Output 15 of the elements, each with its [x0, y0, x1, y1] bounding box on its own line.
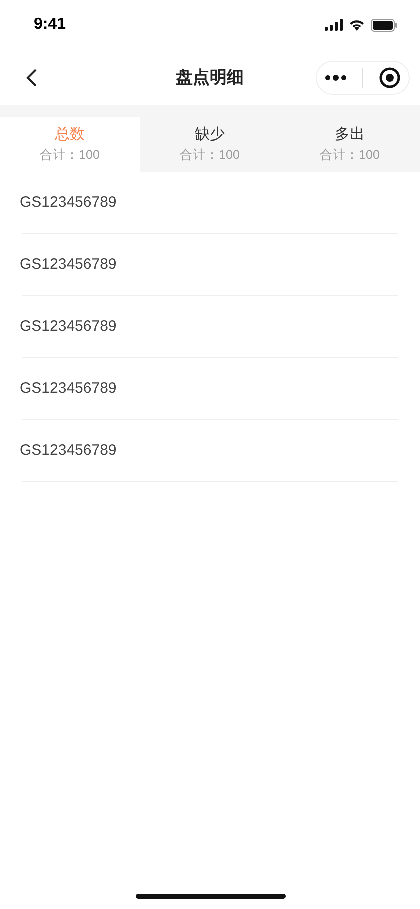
- signal-icon: [325, 19, 343, 31]
- item-code[interactable]: GS123456789: [20, 256, 117, 273]
- item-code[interactable]: GS123456789: [20, 442, 117, 459]
- tab[interactable]: 缺少 合计：100: [140, 117, 280, 172]
- target-icon[interactable]: [379, 66, 402, 88]
- item-code[interactable]: GS123456789: [20, 318, 117, 335]
- item-code[interactable]: GS123456789: [20, 194, 117, 211]
- wifi-icon: [349, 19, 365, 31]
- tab[interactable]: 多出 合计：100: [280, 117, 420, 172]
- battery-icon: [371, 18, 398, 32]
- item-code[interactable]: GS123456789: [20, 380, 117, 397]
- page-title: 盘点明细: [176, 67, 244, 89]
- status-time: 9:41: [34, 16, 66, 34]
- back-icon[interactable]: [26, 68, 38, 88]
- more-icon[interactable]: [324, 74, 347, 82]
